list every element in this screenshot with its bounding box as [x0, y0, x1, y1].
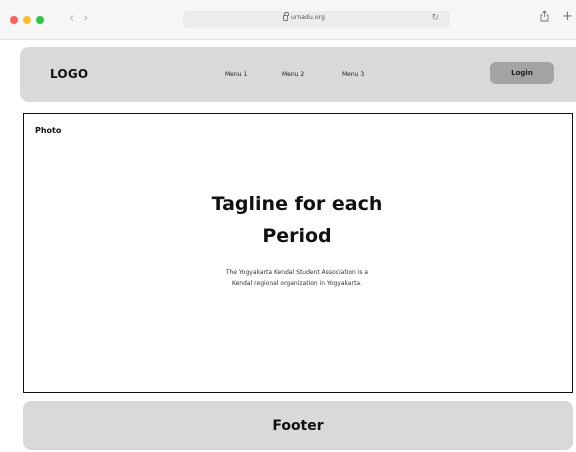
- hero-tagline: Tagline for each Period: [164, 188, 430, 252]
- share-icon[interactable]: [540, 10, 549, 22]
- minimize-window-button[interactable]: [23, 16, 31, 24]
- tagline-line-2: Period: [262, 225, 332, 247]
- site-footer: Footer: [23, 401, 573, 450]
- photo-label: Photo: [35, 126, 62, 135]
- plus-icon[interactable]: +: [562, 9, 573, 25]
- nav-menu-2[interactable]: Menu 2: [282, 71, 304, 78]
- description-line-2: Kendal regional organization in Yogyakar…: [231, 280, 363, 287]
- tagline-line-1: Tagline for each: [211, 193, 383, 215]
- description-line-1: The Yogyakarta Kendal Student Associatio…: [225, 269, 369, 276]
- hero-description: The Yogyakarta Kendal Student Associatio…: [164, 267, 430, 289]
- window-controls: [10, 16, 44, 24]
- history-navigation: ‹ ›: [69, 11, 88, 27]
- nav-menu-1[interactable]: Menu 1: [225, 71, 247, 78]
- login-button[interactable]: Login: [490, 62, 554, 84]
- browser-toolbar: ‹ › urnadu.org ↻ +: [0, 0, 576, 40]
- site-logo[interactable]: LOGO: [50, 67, 88, 81]
- footer-label: Footer: [272, 417, 324, 434]
- reload-icon[interactable]: ↻: [431, 13, 439, 23]
- chevron-left-icon[interactable]: ‹: [69, 11, 74, 27]
- zoom-window-button[interactable]: [36, 16, 44, 24]
- address-bar[interactable]: urnadu.org ↻: [183, 11, 450, 28]
- url-text: urnadu.org: [291, 14, 326, 21]
- site-header: LOGO Menu 1 Menu 2 Menu 3 Login: [20, 47, 576, 102]
- chevron-right-icon[interactable]: ›: [83, 11, 88, 27]
- close-window-button[interactable]: [10, 16, 18, 24]
- nav-menu-3[interactable]: Menu 3: [342, 71, 364, 78]
- lock-icon: [283, 12, 289, 21]
- hero-photo-section: Photo Tagline for each Period The Yogyak…: [23, 113, 573, 393]
